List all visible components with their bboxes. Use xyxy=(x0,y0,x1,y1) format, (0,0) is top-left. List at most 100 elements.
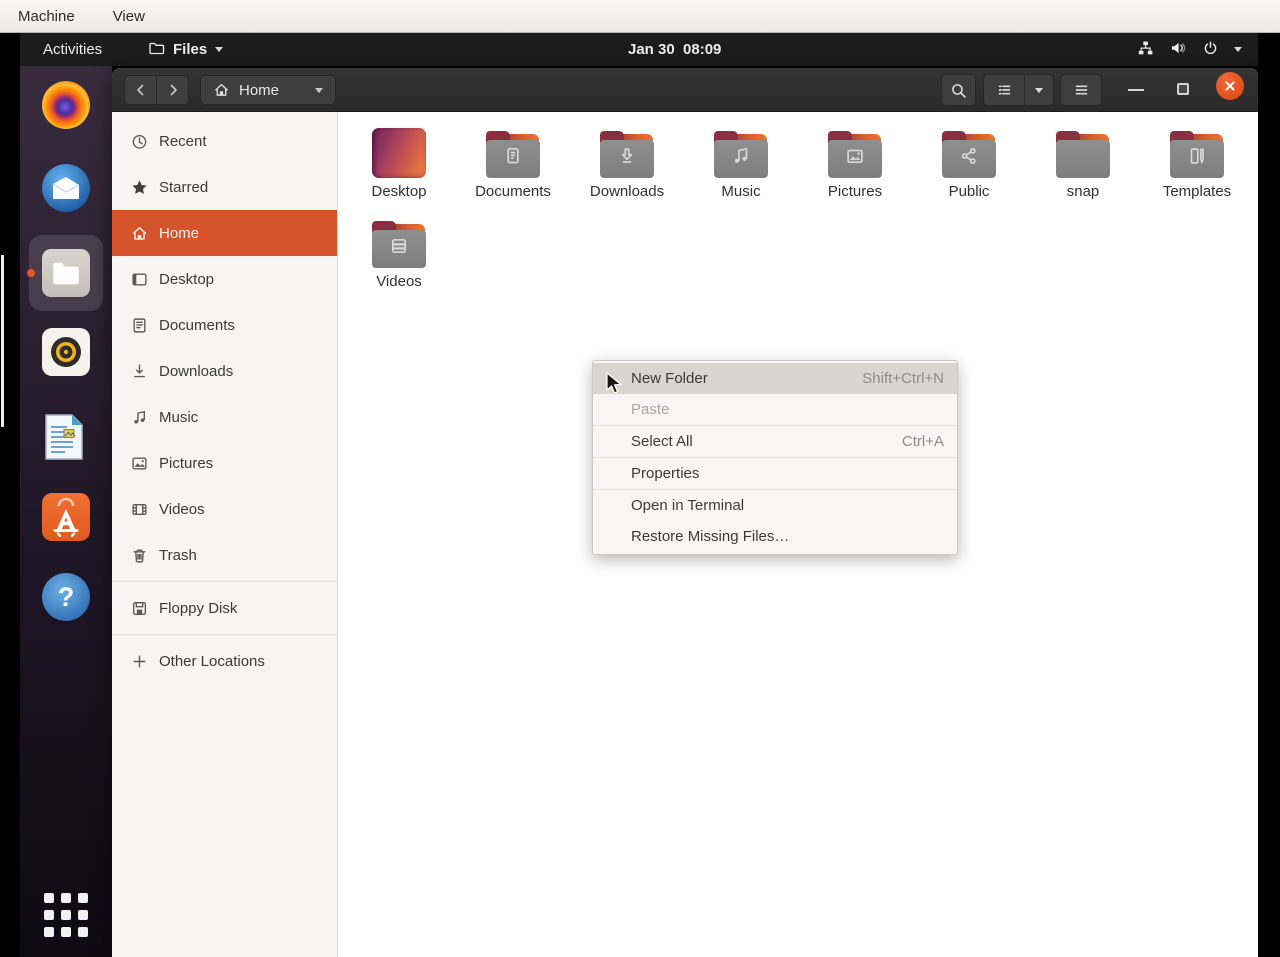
context-menu-item-new-folder[interactable]: New Folder Shift+Ctrl+N xyxy=(593,363,957,394)
sidebar-item-label: Videos xyxy=(159,501,205,518)
file-item-snap[interactable]: snap xyxy=(1026,118,1140,208)
clock-icon xyxy=(128,133,150,150)
view-options-button[interactable] xyxy=(1024,74,1054,106)
folder-icon xyxy=(600,131,654,178)
sidebar-item-starred[interactable]: Starred xyxy=(112,164,337,210)
back-button[interactable] xyxy=(124,75,157,105)
close-button[interactable] xyxy=(1216,72,1244,100)
image-emblem-icon xyxy=(844,145,866,167)
file-item-videos[interactable]: Videos xyxy=(342,208,456,298)
context-menu-item-open-in-terminal[interactable]: Open in Terminal xyxy=(593,490,957,521)
close-icon xyxy=(1223,79,1237,93)
sidebar-item-recent[interactable]: Recent xyxy=(112,118,337,164)
context-menu-item-restore-missing-files[interactable]: Restore Missing Files… xyxy=(593,521,957,552)
context-menu-item-paste[interactable]: Paste xyxy=(593,394,957,425)
document-emblem-icon xyxy=(502,145,524,167)
folder-icon xyxy=(148,40,165,60)
plus-icon xyxy=(128,653,150,670)
music-emblem-icon xyxy=(730,145,752,167)
sidebar-item-trash[interactable]: Trash xyxy=(112,532,337,578)
sidebar-item-pictures[interactable]: Pictures xyxy=(112,440,337,486)
menu-item-label: Restore Missing Files… xyxy=(631,528,789,545)
sidebar-item-music[interactable]: Music xyxy=(112,394,337,440)
dock-item-rhythmbox[interactable] xyxy=(42,328,90,376)
restore-button[interactable] xyxy=(1177,83,1189,95)
dock-item-ubuntu-software[interactable] xyxy=(42,493,90,541)
template-emblem-icon xyxy=(1186,145,1208,167)
file-label: Videos xyxy=(376,273,422,290)
file-item-pictures[interactable]: Pictures xyxy=(798,118,912,208)
file-item-desktop[interactable]: Desktop xyxy=(342,118,456,208)
caret-down-icon xyxy=(1035,88,1043,97)
folder-icon xyxy=(714,131,768,178)
list-view-button[interactable] xyxy=(983,74,1025,106)
search-button[interactable] xyxy=(941,74,976,106)
floppy-icon xyxy=(128,600,150,617)
folder-icon xyxy=(486,131,540,178)
dock-item-thunderbird[interactable] xyxy=(42,164,90,212)
file-item-templates[interactable]: Templates xyxy=(1140,118,1254,208)
dock-item-files[interactable] xyxy=(42,249,90,297)
picture-icon xyxy=(128,455,150,472)
folder-icon xyxy=(828,131,882,178)
chevron-left-icon xyxy=(133,82,149,98)
file-grid: Desktop Documents Downloads xyxy=(342,118,1256,298)
vm-menu-view[interactable]: View xyxy=(113,8,145,25)
sidebar-separator xyxy=(112,581,337,582)
sidebar-item-videos[interactable]: Videos xyxy=(112,486,337,532)
sidebar-item-floppy-disk[interactable]: Floppy Disk xyxy=(112,585,337,631)
list-view-icon xyxy=(996,82,1013,98)
menu-item-shortcut: Shift+Ctrl+N xyxy=(862,370,944,387)
hamburger-icon xyxy=(1073,82,1090,98)
app-menu-button[interactable]: Files xyxy=(148,33,223,66)
forward-button[interactable] xyxy=(156,75,189,105)
vm-menu-machine[interactable]: Machine xyxy=(18,8,75,25)
folder-icon xyxy=(942,131,996,178)
file-item-documents[interactable]: Documents xyxy=(456,118,570,208)
sidebar-item-label: Music xyxy=(159,409,198,426)
sidebar-item-label: Recent xyxy=(159,133,207,150)
dock-item-libreoffice-writer[interactable] xyxy=(42,413,90,461)
caret-down-icon xyxy=(215,47,223,56)
sidebar-item-home[interactable]: Home xyxy=(112,210,337,256)
sidebar-item-label: Starred xyxy=(159,179,208,196)
location-breadcrumb-button[interactable]: Home xyxy=(200,75,336,105)
minimize-button[interactable] xyxy=(1128,89,1144,91)
menu-item-label: Paste xyxy=(631,401,669,418)
file-label: Public xyxy=(949,183,990,200)
caret-down-icon xyxy=(315,88,323,97)
search-icon xyxy=(950,82,967,99)
dock-item-firefox[interactable] xyxy=(42,81,90,129)
headerbar: Home xyxy=(112,68,1258,112)
system-status-area[interactable] xyxy=(1137,33,1242,66)
file-item-public[interactable]: Public xyxy=(912,118,1026,208)
folder-icon xyxy=(372,221,426,268)
sidebar-item-documents[interactable]: Documents xyxy=(112,302,337,348)
clock[interactable]: Jan 30 08:09 xyxy=(628,33,721,66)
sidebar-item-label: Trash xyxy=(159,547,197,564)
sidebar-item-other-locations[interactable]: Other Locations xyxy=(112,638,337,684)
location-label: Home xyxy=(239,82,279,99)
sidebar-item-label: Documents xyxy=(159,317,235,334)
sidebar-item-label: Downloads xyxy=(159,363,233,380)
context-menu-item-select-all[interactable]: Select All Ctrl+A xyxy=(593,426,957,457)
network-icon xyxy=(1137,40,1154,60)
activities-button[interactable]: Activities xyxy=(35,33,110,66)
screen-edge-artifact xyxy=(1,255,4,427)
star-icon xyxy=(128,179,150,196)
context-menu-item-properties[interactable]: Properties xyxy=(593,458,957,489)
context-menu: New Folder Shift+Ctrl+N Paste Select All… xyxy=(592,360,958,555)
sidebar-item-downloads[interactable]: Downloads xyxy=(112,348,337,394)
dock-item-help[interactable]: ? xyxy=(42,573,90,621)
sidebar-item-desktop[interactable]: Desktop xyxy=(112,256,337,302)
file-item-downloads[interactable]: Downloads xyxy=(570,118,684,208)
hamburger-menu-button[interactable] xyxy=(1060,74,1102,106)
speaker-icon xyxy=(46,332,86,372)
file-label: Documents xyxy=(475,183,551,200)
file-item-music[interactable]: Music xyxy=(684,118,798,208)
menu-item-label: Properties xyxy=(631,465,699,482)
file-label: Music xyxy=(721,183,760,200)
show-applications-button[interactable] xyxy=(44,893,92,941)
folder-icon xyxy=(1170,131,1224,178)
folder-icon xyxy=(49,258,83,288)
